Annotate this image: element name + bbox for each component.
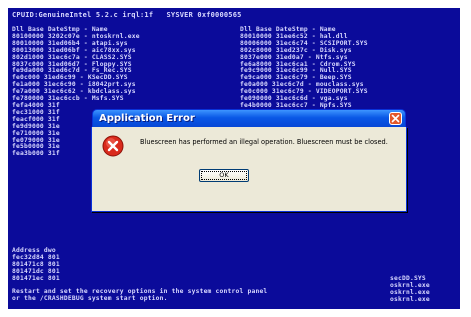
- bsod-screen: CPUID:GenuineIntel 5.2.c irql:1f SYSVER …: [8, 8, 460, 309]
- dialog-title: Application Error: [99, 113, 195, 124]
- ok-button[interactable]: OK: [199, 169, 249, 182]
- dialog-titlebar[interactable]: Application Error: [92, 109, 406, 127]
- bsod-header-line: CPUID:GenuineIntel 5.2.c irql:1f SYSVER …: [12, 11, 242, 19]
- error-icon: [102, 135, 124, 157]
- bsod-footer-text: Address dwo fec32d84 801 801471c8 801 80…: [12, 247, 268, 303]
- close-icon: [391, 114, 400, 123]
- application-error-dialog: Application Error Bluescreen has perform…: [91, 109, 407, 212]
- close-button[interactable]: [389, 112, 402, 125]
- error-message: Bluescreen has performed an illegal oper…: [140, 138, 388, 146]
- bsod-right-block: secDD.SYS oskrnl.exe oskrnl.exe oskrnl.e…: [390, 275, 430, 303]
